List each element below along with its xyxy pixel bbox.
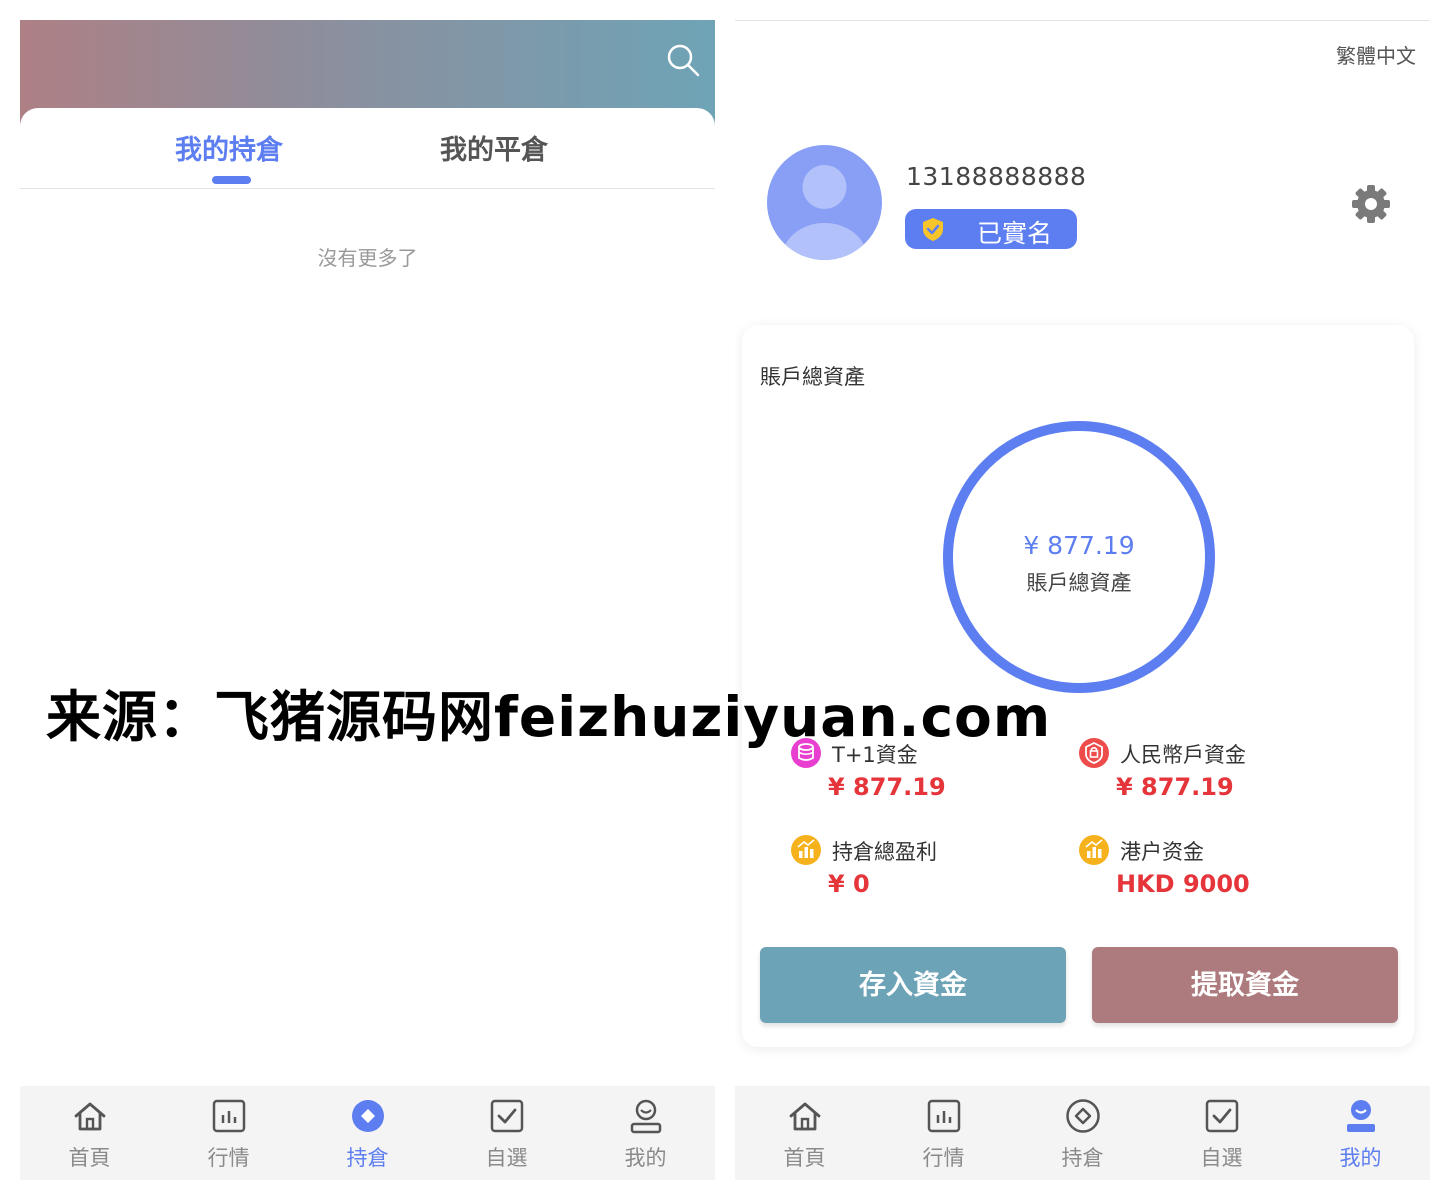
gear-icon[interactable] [1351,184,1391,224]
user-phone-number: 13188888888 [906,162,1087,191]
empty-list-message: 沒有更多了 [317,246,418,270]
profile-screen: 繁體中文 13188888888 已實名 賬戶總資產 ¥ 877.19 賬戶總資… [735,20,1430,1180]
tab-closed-positions[interactable]: 我的平倉 [440,128,548,167]
total-asset-amount: ¥ 877.19 [1023,531,1135,560]
watermark-text: 来源：飞猪源码网feizhuziyuan.com [46,685,1052,749]
top-divider [735,20,1430,21]
position-tabs: 我的持倉 我的平倉 [20,108,715,189]
verified-badge: 已實名 [905,209,1077,249]
home-icon [789,1102,820,1131]
market-chart-icon [927,1099,960,1133]
home-icon [74,1102,105,1131]
nav-positions[interactable]: 持倉 [1028,1086,1138,1180]
nav-profile[interactable]: 我的 [1306,1086,1416,1180]
positions-screen: 我的持倉 我的平倉 沒有更多了 首頁 行情 持倉 自選 我的 [20,20,715,1180]
avatar[interactable] [767,145,882,260]
position-icon [351,1100,384,1132]
fund-rmb: 人民幣戶資金 ¥ 877.19 [1078,735,1358,805]
nav-positions[interactable]: 持倉 [313,1086,423,1180]
active-tab-indicator [212,176,251,184]
fund-position-profit: 持倉總盈利 ¥ 0 [790,832,1070,902]
chart-coin-icon [1079,835,1109,865]
market-chart-icon [212,1099,245,1133]
language-switch[interactable]: 繁體中文 [1336,40,1416,69]
nav-watchlist[interactable]: 自選 [1167,1086,1277,1180]
bottom-nav: 首頁 行情 持倉 自選 我的 [735,1086,1430,1180]
nav-home[interactable]: 首頁 [35,1086,145,1180]
chart-coin-icon [791,835,821,865]
search-icon[interactable] [665,42,701,78]
tab-my-positions[interactable]: 我的持倉 [175,128,283,167]
card-title: 賬戶總資產 [760,365,865,389]
nav-market[interactable]: 行情 [889,1086,999,1180]
nav-watchlist[interactable]: 自選 [452,1086,562,1180]
shield-check-icon [923,218,943,241]
lock-badge-icon [1079,738,1109,768]
bottom-nav: 首頁 行情 持倉 自選 我的 [20,1086,715,1180]
nav-profile[interactable]: 我的 [591,1086,701,1180]
user-icon [630,1099,661,1134]
position-icon [1065,1099,1100,1133]
checkbox-icon [1205,1099,1238,1133]
total-asset-label: 賬戶總資產 [1026,571,1132,595]
withdraw-button[interactable]: 提取資金 [1092,947,1398,1023]
nav-home[interactable]: 首頁 [750,1086,860,1180]
checkbox-icon [490,1099,523,1133]
user-icon [1346,1100,1375,1132]
nav-market[interactable]: 行情 [174,1086,284,1180]
fund-hk: 港户资金 HKD 9000 [1078,832,1358,902]
deposit-button[interactable]: 存入資金 [760,947,1066,1023]
